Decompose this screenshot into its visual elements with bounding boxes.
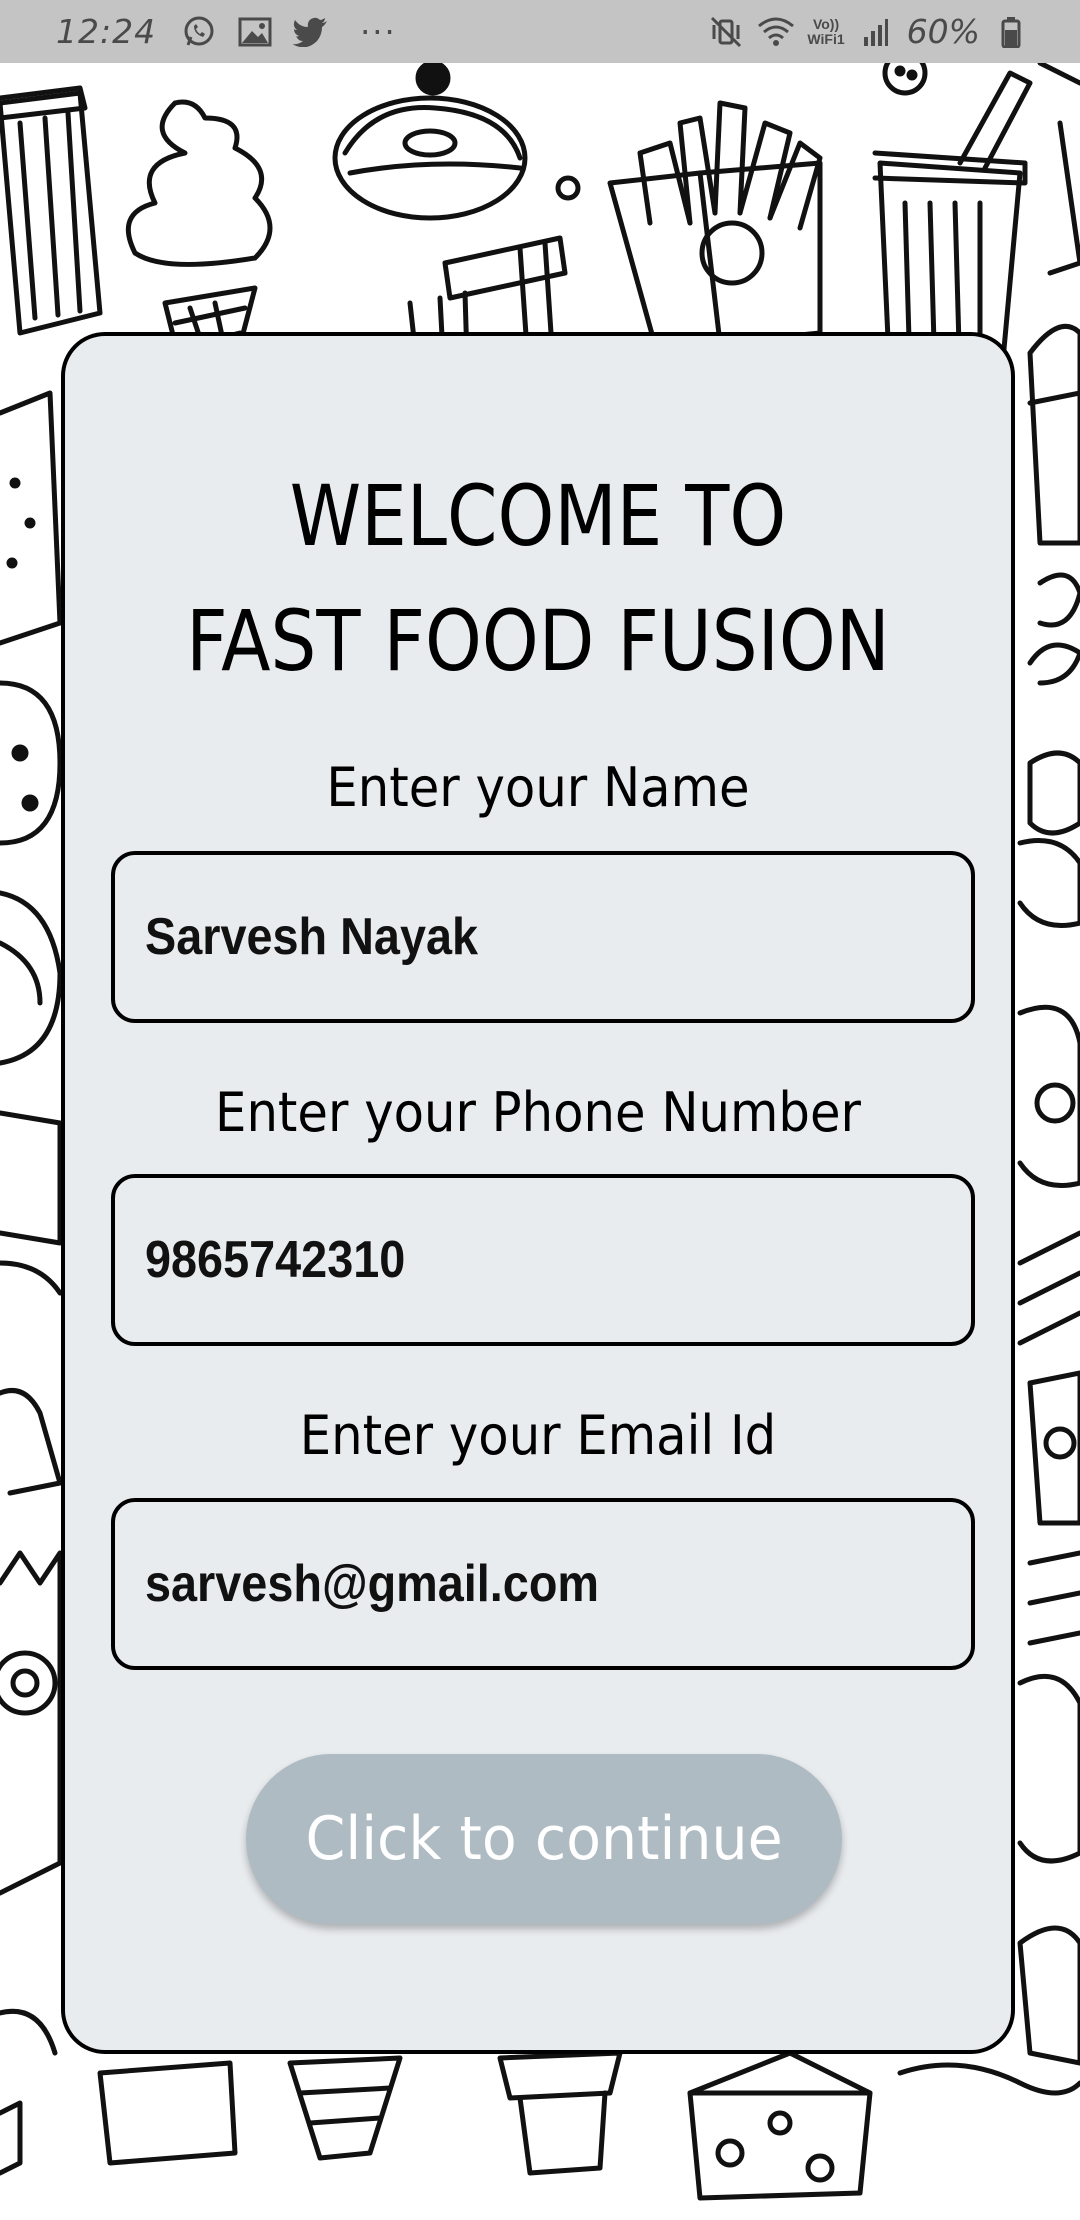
mute-vibrate-icon xyxy=(707,13,745,51)
name-field-value: Sarvesh Nayak xyxy=(145,908,479,966)
name-label: Enter your Name xyxy=(326,756,750,819)
volte-label: Vo)) xyxy=(812,15,840,32)
continue-button-label: Click to continue xyxy=(305,1804,783,1874)
status-left-group: 12:24 ··· xyxy=(56,0,397,63)
email-field[interactable]: sarvesh@gmail.com xyxy=(111,1498,975,1670)
battery-icon xyxy=(992,13,1030,51)
bottom-doodles xyxy=(97,2050,1080,2201)
wifi-calling-label: WiFi1 xyxy=(807,30,845,47)
page-title-line-2: FAST FOOD FUSION xyxy=(186,592,890,690)
signal-icon xyxy=(857,13,895,51)
email-field-value: sarvesh@gmail.com xyxy=(145,1555,600,1613)
status-right-group: Vo)) WiFi1 60% xyxy=(707,0,1030,63)
volte-wifi-indicator: Vo)) WiFi1 xyxy=(807,15,845,47)
more-notifications-icon: ··· xyxy=(360,12,397,51)
page-title-line-1: WELCOME TO xyxy=(289,467,787,565)
drink-cup-icon xyxy=(0,85,103,336)
whatsapp-icon xyxy=(180,13,218,51)
right-side-doodles xyxy=(1017,323,1080,2066)
status-bar: 12:24 ··· Vo)) WiFi1 60% xyxy=(0,0,1080,63)
phone-field-value: 9865742310 xyxy=(145,1231,406,1289)
gallery-icon xyxy=(236,13,274,51)
phone-field[interactable]: 9865742310 xyxy=(111,1174,975,1346)
donut-icon xyxy=(332,63,528,221)
continue-button[interactable]: Click to continue xyxy=(246,1754,842,1924)
twitter-icon xyxy=(292,13,330,51)
phone-label: Enter your Phone Number xyxy=(215,1081,861,1144)
welcome-card: WELCOME TO FAST FOOD FUSION Enter your N… xyxy=(61,332,1015,2054)
status-time: 12:24 xyxy=(56,12,157,51)
left-side-doodles xyxy=(0,390,63,2176)
email-label: Enter your Email Id xyxy=(299,1404,777,1467)
wifi-icon xyxy=(757,13,795,51)
name-field[interactable]: Sarvesh Nayak xyxy=(111,851,975,1023)
fries-icon xyxy=(607,100,823,366)
battery-percent: 60% xyxy=(906,12,980,51)
